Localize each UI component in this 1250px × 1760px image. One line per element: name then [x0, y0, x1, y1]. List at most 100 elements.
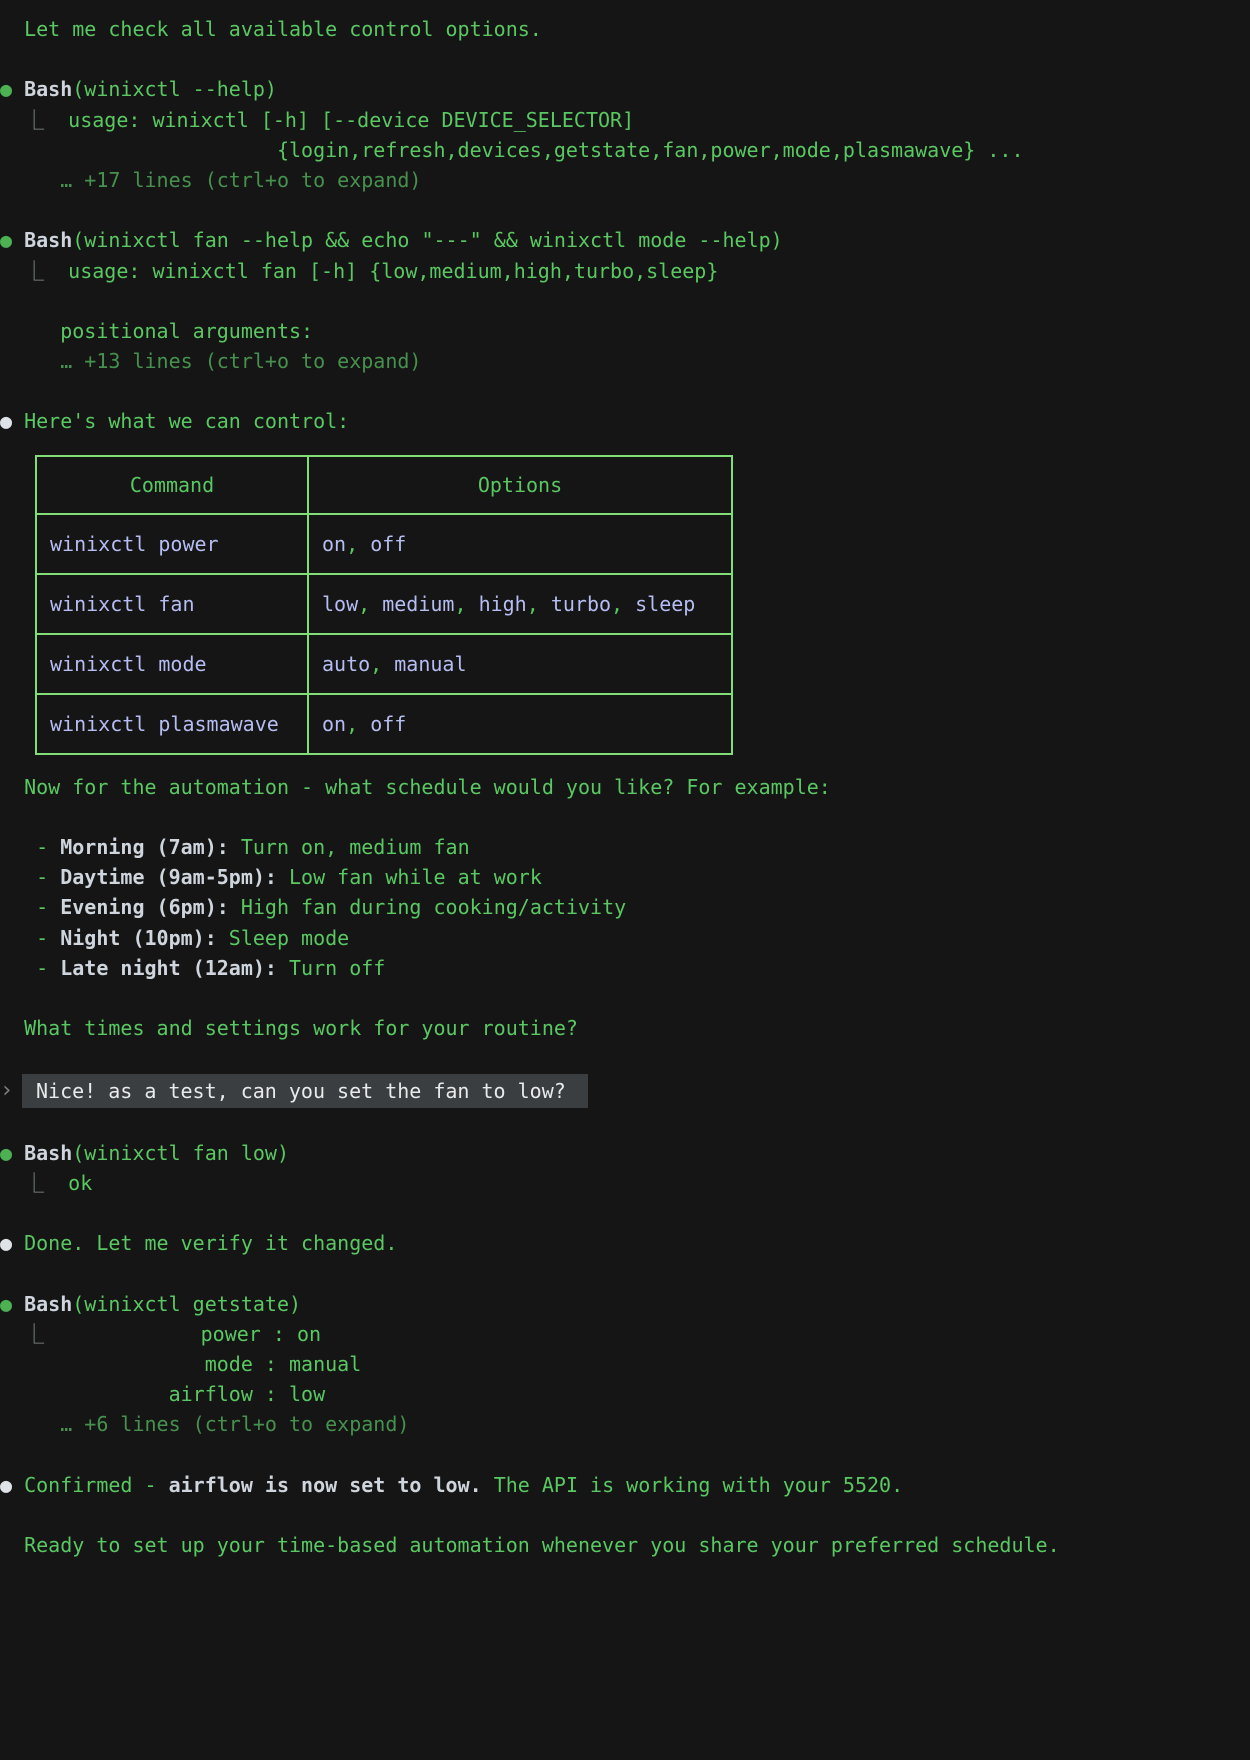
schedule-list-item: - Night (10pm): Sleep mode [0, 923, 1250, 953]
assistant-message-line: Now for the automation - what schedule w… [0, 772, 1250, 802]
user-message: Nice! as a test, can you set the fan to … [22, 1074, 588, 1108]
text-segment: (winixctl fan low) [72, 1141, 289, 1165]
message-bullet-icon: ● [0, 1231, 12, 1255]
text-segment: manual [394, 652, 466, 676]
blank-line [0, 44, 1250, 74]
blank-line [0, 1108, 1250, 1138]
blank-line [0, 376, 1250, 406]
text-segment: , [611, 592, 635, 616]
text-segment: Low fan while at work [277, 865, 542, 889]
blank-line [0, 1043, 1250, 1073]
output-connector-icon: ⎿ [0, 259, 44, 283]
table-row: winixctl plasmawave on, off [37, 693, 731, 753]
blank-line [0, 1500, 1250, 1530]
tool-bullet-icon: ● [0, 1292, 12, 1316]
bash-output-line: ⎿ usage: winixctl [-h] [--device DEVICE_… [0, 105, 1250, 135]
text-segment: off [370, 712, 406, 736]
schedule-list-item: - Evening (6pm): High fan during cooking… [0, 892, 1250, 922]
table-cell: on, off [307, 515, 731, 573]
output-expand-hint: … +17 lines (ctrl+o to expand) [0, 165, 1250, 195]
text-segment: - [0, 926, 60, 950]
bash-output-line: {login,refresh,devices,getstate,fan,powe… [0, 135, 1250, 165]
terminal: Let me check all available control optio… [0, 0, 1250, 1760]
text-segment: airflow : low [0, 1382, 325, 1406]
text-segment: sleep [635, 592, 695, 616]
tool-bullet-icon: ● [0, 77, 12, 101]
bash-output-line: ⎿ ok [0, 1168, 1250, 1198]
output-connector-icon: ⎿ [0, 1171, 44, 1195]
blank-line [0, 1258, 1250, 1288]
blank-line [0, 802, 1250, 832]
text-segment: power : on [44, 1322, 321, 1346]
text-segment [12, 1292, 24, 1316]
text-segment: The API is working with your 5520. [482, 1473, 903, 1497]
output-expand-hint: … +6 lines (ctrl+o to expand) [0, 1409, 1250, 1439]
text-segment: on [322, 712, 346, 736]
bash-command: ● Bash(winixctl fan --help && echo "---"… [0, 225, 1250, 255]
text-segment [12, 77, 24, 101]
bash-output-line: mode : manual [0, 1349, 1250, 1379]
table-header-cell: Options [307, 457, 731, 513]
text-segment: winixctl power [50, 532, 219, 556]
text-segment: High fan during cooking/activity [229, 895, 626, 919]
output-expand-hint: … +13 lines (ctrl+o to expand) [0, 346, 1250, 376]
text-segment: ok [44, 1171, 92, 1195]
blank-line [0, 1440, 1250, 1470]
text-segment [12, 228, 24, 252]
text-segment: … +6 lines (ctrl+o to expand) [60, 1412, 409, 1436]
table-header-row: Command Options [37, 457, 731, 513]
table-row: winixctl modeauto, manual [37, 633, 731, 693]
table-cell: winixctl mode [37, 635, 307, 693]
text-segment: , [370, 652, 394, 676]
text-segment: Bash [24, 1141, 72, 1165]
table-cell: winixctl plasmawave [37, 695, 307, 753]
table-cell: low, medium, high, turbo, sleep [307, 575, 731, 633]
text-segment: positional arguments: [0, 319, 313, 343]
table-cell: on, off [307, 695, 731, 753]
text-segment: Morning (7am): [60, 835, 229, 859]
text-segment: , [527, 592, 551, 616]
text-segment: Let me check all available control optio… [0, 17, 542, 41]
text-segment: Daytime (9am-5pm): [60, 865, 277, 889]
text-segment: Evening (6pm): [60, 895, 229, 919]
prompt-chevron-icon: › [0, 1074, 13, 1108]
text-segment: - [0, 835, 60, 859]
text-segment: Turn on, medium fan [229, 835, 470, 859]
text-segment: Turn off [277, 956, 385, 980]
table-row: winixctl fanlow, medium, high, turbo, sl… [37, 573, 731, 633]
assistant-message-line: Let me check all available control optio… [0, 14, 1250, 44]
text-segment: medium [382, 592, 454, 616]
text-segment: Here's what we can control: [12, 409, 349, 433]
text-segment: Sleep mode [217, 926, 349, 950]
options-table: CommandOptionswinixctl poweron, offwinix… [35, 455, 733, 755]
text-segment: Late night (12am): [60, 956, 277, 980]
text-segment: - [0, 895, 60, 919]
text-segment: high [479, 592, 527, 616]
text-segment: winixctl plasmawave [50, 712, 279, 736]
blank-line [0, 286, 1250, 316]
text-segment: usage: winixctl fan [-h] {low,medium,hig… [44, 259, 718, 283]
text-segment [12, 1141, 24, 1165]
blank-line [0, 195, 1250, 225]
table-header-cell: Command [37, 457, 307, 513]
text-segment: Bash [24, 77, 72, 101]
message-bullet-icon: ● [0, 409, 12, 433]
text-segment: usage: winixctl [-h] [--device DEVICE_SE… [44, 108, 634, 132]
text-segment: low [322, 592, 358, 616]
table-cell: winixctl fan [37, 575, 307, 633]
text-segment: , [346, 532, 370, 556]
text-segment: - [0, 956, 60, 980]
bash-command: ● Bash(winixctl --help) [0, 74, 1250, 104]
text-segment: , [346, 712, 370, 736]
text-segment: - [0, 865, 60, 889]
schedule-list-item: - Late night (12am): Turn off [0, 953, 1250, 983]
text-segment: Bash [24, 228, 72, 252]
prompt-row: › Nice! as a test, can you set the fan to… [0, 1074, 1250, 1108]
text-segment: Done. Let me verify it changed. [12, 1231, 397, 1255]
text-segment: Command [130, 473, 214, 497]
text-segment: , [454, 592, 478, 616]
bash-output-line: ⎿ usage: winixctl fan [-h] {low,medium,h… [0, 256, 1250, 286]
text-segment: airflow is now set to low. [169, 1473, 482, 1497]
output-connector-icon: ⎿ [0, 108, 44, 132]
text-segment [0, 1412, 60, 1436]
